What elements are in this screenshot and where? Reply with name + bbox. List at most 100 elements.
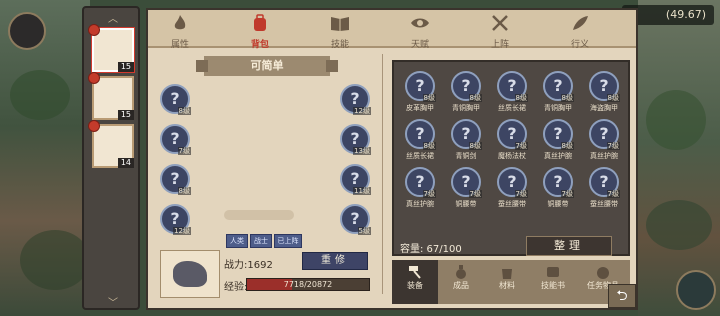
item-name: 铜腰带 (455, 200, 477, 208)
equip-slot[interactable]: ? 8级 (160, 84, 191, 115)
race-tag[interactable]: 人类 (226, 234, 248, 248)
flame-icon (174, 15, 186, 30)
deployed-tag[interactable]: 已上阵 (274, 234, 302, 248)
category-products[interactable]: 成品 (438, 260, 484, 304)
inventory-item[interactable]: ? 7级魔杨法杖 (490, 116, 534, 164)
sort-button[interactable]: 整理 (526, 236, 612, 256)
tab-deeds[interactable]: 行义 (560, 12, 600, 50)
tab-talents[interactable]: 天赋 (400, 12, 440, 50)
eye-icon (411, 18, 429, 28)
item-slot: ? 7级 (497, 119, 528, 150)
inventory-item[interactable]: ? 7级蚕丝腰带 (490, 164, 534, 212)
combat-power: 战力:1692 (224, 260, 273, 271)
tab-skills[interactable]: 技能 (320, 12, 360, 50)
category-equipment[interactable]: 装备 (392, 260, 438, 304)
category-materials[interactable]: 材料 (484, 260, 530, 304)
item-name: 魔杨法杖 (498, 152, 526, 160)
item-name: 海盗胸甲 (590, 104, 618, 112)
alert-badge-icon (88, 24, 100, 36)
character-slot[interactable]: 14 (88, 120, 134, 168)
inventory-capacity: 容量: 67/100 (400, 244, 462, 255)
item-name: 皮革胸甲 (406, 104, 434, 112)
item-slot: ? 7级 (497, 167, 528, 198)
item-level: 7级 (560, 190, 574, 198)
item-level: 8级 (422, 94, 436, 102)
item-name: 真丝护腕 (544, 152, 572, 160)
feather-icon (573, 16, 588, 30)
tab-deploy[interactable]: 上阵 (480, 12, 520, 50)
item-slot: ? 8级 (451, 71, 482, 102)
item-slot: ? 8级 (589, 71, 620, 102)
inventory-item[interactable]: ? 8级 青铜胸甲 (536, 68, 580, 116)
book-icon (331, 17, 349, 31)
category-skillbooks[interactable]: 技能书 (530, 260, 576, 304)
exp-bar: 7718/20872 (246, 278, 370, 291)
inventory-item[interactable]: ? 8级 丝质长裙 (398, 116, 442, 164)
item-level: 8级 (560, 94, 574, 102)
background-tree (20, 230, 90, 290)
rebuild-button[interactable]: 重修 (302, 252, 368, 270)
character-slot[interactable]: 15 (88, 72, 134, 120)
item-name: 丝质长裙 (406, 152, 434, 160)
potion-icon (456, 265, 466, 279)
item-slot: ? 8级 (405, 71, 436, 102)
equip-slot[interactable]: ? 12级 (160, 204, 191, 235)
tab-attributes[interactable]: 属性 (160, 12, 200, 50)
chevron-down-icon[interactable]: ﹀ (106, 294, 120, 309)
item-level: 7级 (606, 142, 620, 150)
item-slot: ? 8级 (543, 71, 574, 102)
map-avatar[interactable] (676, 270, 716, 310)
equip-slot[interactable]: ? 12级 (340, 84, 371, 115)
equip-slot[interactable]: ? 5级 (340, 204, 371, 235)
item-level: 7级 (514, 190, 528, 198)
chevron-up-icon[interactable]: ︿ (106, 10, 120, 25)
inventory-item[interactable]: ? 8级 青铜胸甲 (444, 68, 488, 116)
inventory-item[interactable]: ? 7级铜腰带 (536, 164, 580, 212)
inventory-category-bar: 装备 成品 材料 技能书 任务物品 (392, 260, 630, 304)
class-tag[interactable]: 战士 (250, 234, 272, 248)
item-level: 7级 (514, 142, 528, 150)
equip-slot[interactable]: ? 11级 (340, 164, 371, 195)
equip-slot[interactable]: ? 13级 (340, 124, 371, 155)
inventory-item[interactable]: ? 7级真丝护腕 (398, 164, 442, 212)
inventory-item[interactable]: ? 8级丝质长裙 (490, 68, 534, 116)
player-avatar[interactable] (8, 12, 46, 50)
inventory-item[interactable]: ? 7级 铜腰带 (444, 164, 488, 212)
item-name: 真丝护腕 (406, 200, 434, 208)
item-name: 丝质长裙 (498, 104, 526, 112)
crossed-swords-icon (492, 15, 508, 31)
item-level: 8级 (514, 94, 528, 102)
character-level: 14 (117, 158, 134, 168)
inventory-item[interactable]: ? 8级真丝护腕 (536, 116, 580, 164)
inventory-grid: ? 8级 皮革胸甲? 8级 青铜胸甲? 8级 丝质长裙? 8级 青铜胸甲? 8级 海盗胸甲? 8级 丝质… (392, 60, 630, 256)
item-name: 铜腰带 (547, 200, 569, 208)
character-slot-column: ︿ 15 15 14 ﹀ (82, 6, 140, 310)
item-slot: ? 7级 (589, 167, 620, 198)
background-right (638, 0, 720, 316)
item-slot: ? 8级 (543, 119, 574, 150)
equip-slot[interactable]: ? 7级 (160, 124, 191, 155)
item-name: 蚕丝腰带 (498, 200, 526, 208)
back-arrow-icon[interactable]: ⮌ (608, 284, 636, 308)
item-name: 蚕丝腰带 (590, 200, 618, 208)
inventory-item[interactable]: ? 8级皮革胸甲 (398, 68, 442, 116)
item-slot: ? 8级 (451, 119, 482, 150)
item-name: 青铜剑 (455, 152, 477, 160)
tab-bar: 属性 背包 技能 天赋 上阵 行义 (148, 10, 636, 50)
item-level: 7级 (468, 190, 482, 198)
character-shadow (224, 210, 294, 220)
equip-slot[interactable]: ? 8级 (160, 164, 191, 195)
inventory-item[interactable]: ? 7级蚕丝腰带 (582, 164, 626, 212)
inventory-item[interactable]: ? 8级青铜剑 (444, 116, 488, 164)
tab-backpack[interactable]: 背包 (240, 12, 280, 50)
item-slot: ? 8级 (497, 71, 528, 102)
character-slot[interactable]: 15 (88, 24, 134, 72)
backpack-icon (254, 14, 266, 31)
scroll-icon (547, 267, 559, 277)
inventory-item[interactable]: ? 7级 真丝护腕 (582, 116, 626, 164)
item-level: 8级 (468, 142, 482, 150)
inventory-item[interactable]: ? 8级海盗胸甲 (582, 68, 626, 116)
item-slot: ? 7级 (405, 167, 436, 198)
exp-value: 7718/20872 (283, 280, 333, 289)
item-slot: ? 7级 (543, 167, 574, 198)
